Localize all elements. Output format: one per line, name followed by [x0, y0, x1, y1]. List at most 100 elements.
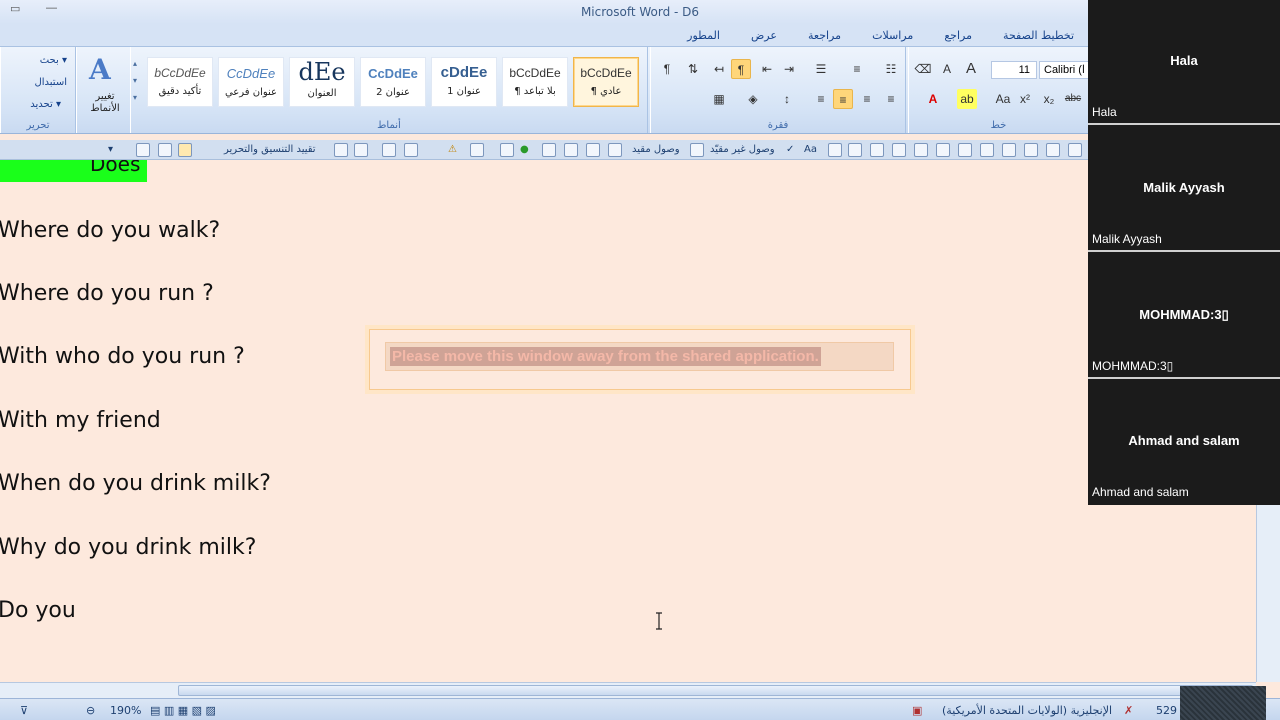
- tab-review[interactable]: مراجعة: [794, 24, 855, 46]
- ltr-icon[interactable]: ↤: [709, 59, 729, 79]
- tool-icon-18[interactable]: [892, 143, 906, 157]
- proofing-icon[interactable]: ✗: [1124, 704, 1133, 717]
- font-size-field[interactable]: 11: [991, 61, 1037, 79]
- style-subtle-emphasis[interactable]: bCcDdEe تأكيد دقيق: [147, 57, 213, 107]
- unrestricted-access-button[interactable]: وصول غير مقيّد: [710, 144, 775, 155]
- document-area[interactable]: Does Where do you walk? Where do you run…: [0, 160, 1256, 682]
- participant-tile[interactable]: Malik Ayyash Malik Ayyash: [1088, 127, 1280, 252]
- participant-tile[interactable]: Hala Hala: [1088, 0, 1280, 125]
- tool-icon-2[interactable]: [158, 143, 172, 157]
- tab-mailings[interactable]: مراسلات: [858, 24, 927, 46]
- tool-icon-24[interactable]: [1024, 143, 1038, 157]
- zoom-out-icon[interactable]: ⊖: [86, 704, 95, 717]
- tool-icon-10[interactable]: [542, 143, 556, 157]
- tool-icon-13[interactable]: [608, 143, 622, 157]
- shrink-font-icon[interactable]: A: [937, 59, 957, 79]
- view-buttons[interactable]: ▤ ▥ ▦ ▧ ▨: [150, 704, 216, 717]
- share-notice: Please move this window away from the sh…: [369, 329, 911, 390]
- subscript-icon[interactable]: x₂: [1039, 89, 1059, 109]
- globe-icon[interactable]: ●: [520, 144, 529, 155]
- gallery-scroll[interactable]: ▴ ▾ ▾: [133, 55, 143, 107]
- tool-icon-15[interactable]: [828, 143, 842, 157]
- tab-page-layout[interactable]: تخطيط الصفحة: [989, 24, 1088, 46]
- font-name-field[interactable]: Calibri (ا: [1039, 61, 1089, 79]
- restrict-editing-button[interactable]: تقييد التنسيق والتحرير: [224, 144, 316, 155]
- style-title[interactable]: dEe العنوان: [289, 57, 355, 107]
- title-bar: ▭ — Microsoft Word - D6: [0, 0, 1088, 24]
- change-case-icon[interactable]: Aa: [993, 89, 1013, 109]
- horizontal-scrollbar[interactable]: [0, 682, 1256, 698]
- zoom-slider-icon[interactable]: ⊽: [20, 704, 28, 717]
- participant-tile[interactable]: MOHMMAD:3▯ MOHMMAD:3▯: [1088, 254, 1280, 379]
- tool-icon-26[interactable]: [1068, 143, 1082, 157]
- warning-icon[interactable]: ⚠: [448, 144, 457, 155]
- font-color-icon[interactable]: A: [923, 89, 943, 109]
- change-case-small-icon[interactable]: Aa: [804, 144, 817, 155]
- find-button[interactable]: بحث ▾: [40, 55, 67, 66]
- rtl-icon[interactable]: ¶: [731, 59, 751, 79]
- font-group: ⌫ A A 11 Calibri (ا A ab Aa x² x₂ abc خط: [908, 47, 1089, 133]
- strikethrough-icon[interactable]: abc: [1063, 89, 1083, 109]
- word-count[interactable]: 529: [1156, 704, 1177, 717]
- pilcrow-icon[interactable]: ¶: [657, 59, 677, 79]
- check-icon[interactable]: ✓: [786, 144, 794, 155]
- tool-icon-1[interactable]: [136, 143, 150, 157]
- align-center-icon[interactable]: ≡: [857, 89, 877, 109]
- tool-icon-4[interactable]: [334, 143, 348, 157]
- tool-icon-5[interactable]: [354, 143, 368, 157]
- change-styles-icon[interactable]: A: [89, 53, 111, 86]
- tab-references[interactable]: مراجع: [930, 24, 986, 46]
- tool-icon-8[interactable]: [470, 143, 484, 157]
- language-indicator[interactable]: الإنجليزية (الولايات المتحدة الأمريكية): [942, 704, 1112, 717]
- tool-icon-21[interactable]: [958, 143, 972, 157]
- toolbar-menu-icon[interactable]: ▾: [108, 144, 113, 155]
- sort-icon[interactable]: ⇅: [683, 59, 703, 79]
- tool-icon-19[interactable]: [914, 143, 928, 157]
- justify-icon[interactable]: ≡: [811, 89, 831, 109]
- increase-indent-icon[interactable]: ⇥: [779, 59, 799, 79]
- select-button[interactable]: تحديد ▾: [30, 99, 61, 110]
- horizontal-scroll-thumb[interactable]: [178, 685, 1253, 696]
- change-styles-button[interactable]: تغيير الأنماط: [83, 91, 127, 115]
- superscript-icon[interactable]: x²: [1015, 89, 1035, 109]
- tool-icon-17[interactable]: [870, 143, 884, 157]
- restricted-access-button[interactable]: وصول مقيد: [632, 144, 680, 155]
- decrease-indent-icon[interactable]: ⇤: [757, 59, 777, 79]
- tool-icon-23[interactable]: [1002, 143, 1016, 157]
- tab-view[interactable]: عرض: [737, 24, 791, 46]
- tool-icon-3[interactable]: [178, 143, 192, 157]
- grow-font-icon[interactable]: A: [961, 59, 981, 79]
- multilevel-list-icon[interactable]: ☰: [811, 59, 831, 79]
- style-subtitle[interactable]: CcDdEe عنوان فرعي: [218, 57, 284, 107]
- track-icon[interactable]: ▣: [912, 704, 922, 717]
- bullets-icon[interactable]: ☷: [881, 59, 901, 79]
- numbering-icon[interactable]: ≡: [847, 59, 867, 79]
- clear-format-icon[interactable]: ⌫: [913, 59, 933, 79]
- tab-developer[interactable]: المطور: [673, 24, 734, 46]
- tool-icon-25[interactable]: [1046, 143, 1060, 157]
- tool-icon-9[interactable]: [500, 143, 514, 157]
- align-right-icon[interactable]: ≡: [833, 89, 853, 109]
- tool-icon-6[interactable]: [382, 143, 396, 157]
- tool-icon-20[interactable]: [936, 143, 950, 157]
- style-heading-1[interactable]: cDdEe عنوان 1: [431, 57, 497, 107]
- styles-group: ▴ ▾ ▾ bCcDdEe تأكيد دقيق CcDdEe عنوان فرعي…: [130, 47, 648, 133]
- tool-icon-12[interactable]: [586, 143, 600, 157]
- tool-icon-14[interactable]: [690, 143, 704, 157]
- zoom-level[interactable]: 190%: [110, 704, 141, 717]
- style-normal[interactable]: bCcDdEe ¶ عادي: [573, 57, 639, 107]
- line-spacing-icon[interactable]: ↕: [777, 89, 797, 109]
- tool-icon-22[interactable]: [980, 143, 994, 157]
- style-heading-2[interactable]: CcDdEe عنوان 2: [360, 57, 426, 107]
- participant-tile[interactable]: Ahmad and salam Ahmad and salam: [1088, 380, 1280, 505]
- style-no-spacing[interactable]: bCcDdEe ¶ بلا تباعد: [502, 57, 568, 107]
- borders-icon[interactable]: ▦: [709, 89, 729, 109]
- tool-icon-16[interactable]: [848, 143, 862, 157]
- highlight-icon[interactable]: ab: [957, 89, 977, 109]
- tool-icon-11[interactable]: [564, 143, 578, 157]
- shading-icon[interactable]: ◈: [743, 89, 763, 109]
- align-left-icon[interactable]: ≡: [881, 89, 901, 109]
- editing-group: بحث ▾ استبدال تحديد ▾ تحرير: [0, 47, 76, 133]
- tool-icon-7[interactable]: [404, 143, 418, 157]
- replace-button[interactable]: استبدال: [35, 77, 68, 88]
